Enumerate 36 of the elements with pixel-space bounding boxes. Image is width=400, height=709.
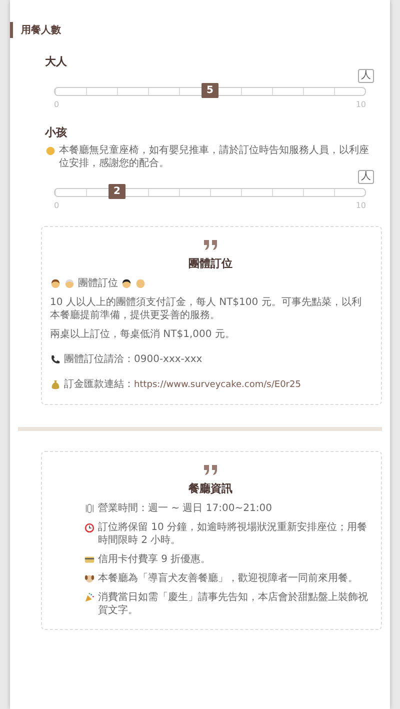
- paragraph: 兩桌以上訂位，每桌低消 NT$1,000 元。: [50, 328, 235, 341]
- slider-thumb[interactable]: 5: [202, 83, 218, 98]
- quote-icon: [202, 464, 218, 476]
- slider-label: 小孩: [45, 125, 67, 140]
- section-title: 用餐人數: [10, 22, 390, 38]
- info-text: 營業時間：週一 ~ 週日 17:00~21:00: [98, 502, 272, 515]
- grandma-icon: [64, 278, 75, 289]
- woman-icon: [121, 278, 132, 289]
- unit-badge: 人: [358, 170, 374, 184]
- dog-icon: [84, 572, 95, 584]
- money-bag-icon: [50, 379, 61, 390]
- quote-icon: [202, 239, 218, 251]
- party-popper-icon: [84, 592, 95, 603]
- unit-badge: 人: [358, 69, 374, 83]
- max-label: 10: [356, 100, 366, 109]
- group-booking-label: 團體訂位: [78, 277, 118, 290]
- paragraph: 10 人以人上的團體須支付訂金，每人 NT$100 元。可事先點菜，以利本餐廳提前準備，提供更妥善的服務。: [50, 296, 362, 322]
- info-text: 訂金匯款連結：https://www.surveycake.com/s/E0r25: [64, 378, 301, 392]
- info-text: 訂位將保留 10 分鐘，如逾時將視場狀況重新安排座位；用餐時間限時 2 小時。: [98, 520, 368, 547]
- card-title: 餐廳資訊: [188, 480, 234, 496]
- note-text: 本餐廳無兒童座椅，如有嬰兒推車，請於訂位時告知服務人員，以利座位安排，感謝您的配合。: [59, 144, 370, 170]
- cutlery-icon: [84, 502, 95, 514]
- min-label: 0: [54, 201, 60, 210]
- boy-icon: [50, 278, 61, 289]
- phone-icon: [50, 354, 61, 365]
- alarm-clock-icon: [84, 522, 95, 533]
- info-text: 消費當日如需「慶生」請事先告知，本店會於甜點盤上裝飾祝賀文字。: [98, 590, 369, 617]
- slider-thumb[interactable]: 2: [108, 184, 126, 199]
- min-label: 0: [54, 100, 60, 109]
- info-text: 團體訂位請洽：0900-xxx-xxx: [64, 353, 202, 366]
- card-title: 團體訂位: [188, 256, 234, 271]
- info-text: 信用卡付費享 9 折優惠。: [98, 552, 211, 566]
- link[interactable]: https://www.surveycake.com/s/E0r25: [134, 380, 301, 390]
- info-text: 本餐廳為「導盲犬友善餐廳」，歡迎視障者一同前來用餐。: [98, 572, 358, 585]
- max-label: 10: [356, 201, 366, 210]
- slider-label: 大人: [45, 54, 67, 69]
